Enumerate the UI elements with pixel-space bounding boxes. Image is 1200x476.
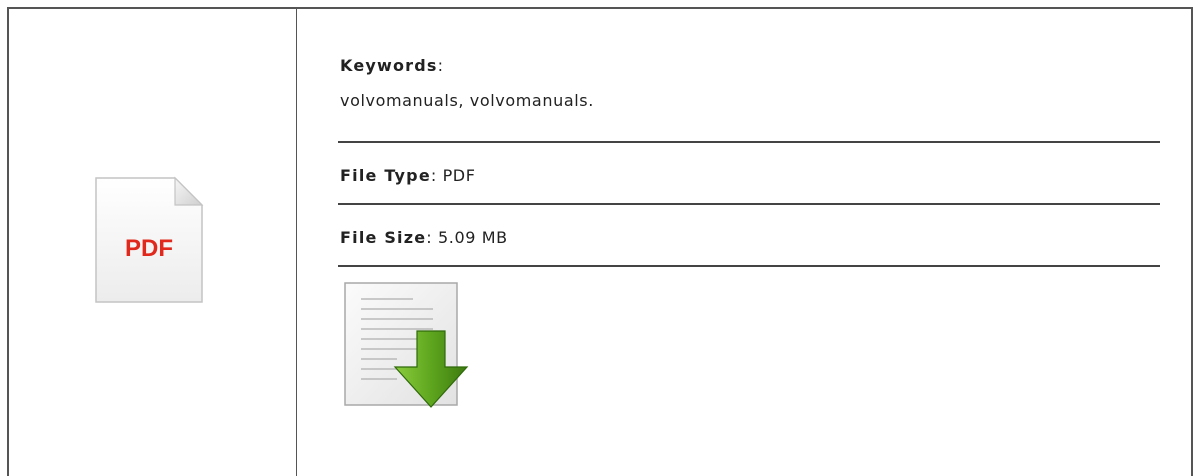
pdf-file-icon: PDF <box>93 176 205 306</box>
file-size-row: File Size: 5.09 MB <box>340 228 1160 247</box>
divider-rule <box>338 141 1160 143</box>
file-size-label: File Size <box>340 228 427 247</box>
keywords-separator: : <box>437 56 444 75</box>
divider-rule <box>338 265 1160 267</box>
file-type-label: File Type <box>340 166 431 185</box>
file-type-row: File Type: PDF <box>340 166 1160 185</box>
file-type-separator: : <box>430 166 437 185</box>
file-type-value: PDF <box>442 166 476 185</box>
file-size-value: 5.09 MB <box>437 228 508 247</box>
keywords-label: Keywords <box>340 56 438 75</box>
divider-rule <box>338 203 1160 205</box>
pdf-icon-text: PDF <box>125 235 173 262</box>
keywords-heading: Keywords: <box>340 56 1160 75</box>
column-divider <box>296 7 297 476</box>
document-download-icon[interactable] <box>343 281 471 411</box>
file-size-separator: : <box>426 228 433 247</box>
keywords-value: volvomanuals, volvomanuals. <box>340 91 594 110</box>
